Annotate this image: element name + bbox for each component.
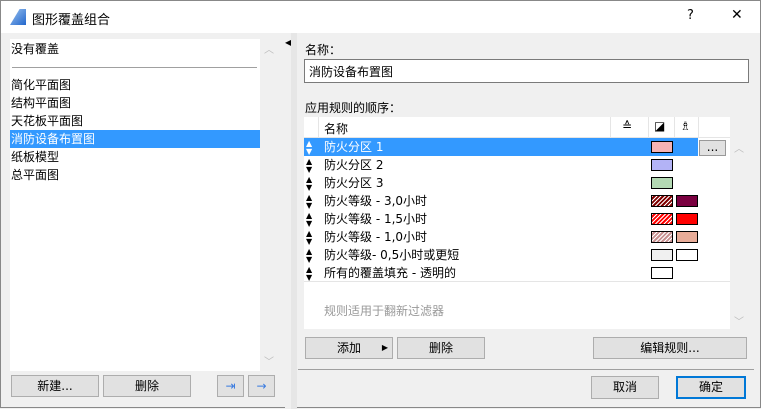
reorder-handle-icon[interactable]: ▲ ▼ [306, 158, 312, 174]
list-item[interactable]: 总平面图 [10, 166, 260, 184]
reorder-handle-icon[interactable]: ▲ ▼ [306, 140, 312, 156]
overlay-combination-list[interactable]: 没有覆盖 简化平面图 结构平面图 天花板平面图 消防设备布置图 纸板模型 总平面图 [10, 39, 260, 371]
rule-name: 防火等级 - 1,0小时 [324, 230, 428, 244]
background-swatch [676, 231, 698, 243]
panel-divider [291, 33, 297, 409]
fill-column-icon[interactable]: ◪ [654, 119, 665, 133]
brush-column-icon[interactable]: ♗ [680, 119, 691, 133]
background-swatch [676, 249, 698, 261]
export-icon[interactable]: → [248, 375, 275, 397]
list-item[interactable]: 天花板平面图 [10, 112, 260, 130]
renovation-note: 规则适用于翻新过滤器 [324, 304, 445, 318]
rule-row[interactable]: ▲ ▼ 防火等级 - 3,0小时 [304, 192, 729, 210]
rule-name: 防火等级 - 3,0小时 [324, 194, 428, 208]
name-input[interactable]: 消防设备布置图 [304, 59, 749, 83]
background-swatch [676, 213, 698, 225]
fill-swatch [651, 267, 673, 279]
fill-swatch [651, 249, 673, 261]
scroll-down-icon[interactable]: ﹀ [734, 313, 744, 328]
delete-rule-button[interactable]: 删除 [397, 337, 485, 359]
column-name[interactable]: 名称 [324, 120, 348, 137]
help-button[interactable]: ? [687, 8, 694, 23]
rule-name: 所有的覆盖填充 - 透明的 [324, 266, 456, 280]
scroll-up-icon[interactable]: ︿ [264, 41, 274, 56]
reorder-handle-icon[interactable]: ▲ ▼ [306, 266, 312, 282]
cancel-button[interactable]: 取消 [591, 376, 659, 399]
rule-row[interactable]: ▲ ▼ 防火等级- 0,5小时或更短 [304, 246, 729, 264]
add-label: 添加 [336, 341, 361, 355]
rule-name: 防火等级- 0,5小时或更短 [324, 248, 460, 262]
list-item[interactable]: 纸板模型 [10, 148, 260, 166]
edit-rules-button[interactable]: 编辑规则... [593, 337, 747, 359]
rule-row[interactable]: ▲ ▼ 防火等级 - 1,0小时 [304, 228, 729, 246]
reorder-handle-icon[interactable]: ▲ ▼ [306, 194, 312, 210]
name-label: 名称： [305, 43, 342, 57]
reorder-handle-icon[interactable]: ▲ ▼ [306, 230, 312, 246]
list-item-none[interactable]: 没有覆盖 [10, 40, 260, 58]
app-icon [10, 9, 26, 25]
rules-label: 应用规则的顺序： [305, 101, 402, 115]
fill-swatch [651, 177, 673, 189]
close-button[interactable]: ✕ [731, 7, 743, 23]
rule-row[interactable]: ▲ ▼ 防火分区 3 [304, 174, 729, 192]
renovation-column-icon[interactable]: ≙ [622, 119, 632, 133]
fill-swatch [651, 231, 673, 243]
fill-swatch [651, 159, 673, 171]
rule-row[interactable]: ▲ ▼ 防火分区 1 [304, 138, 698, 156]
rule-name: 防火分区 3 [324, 176, 384, 190]
separator [298, 369, 754, 370]
ok-button[interactable]: 确定 [676, 376, 746, 399]
reorder-handle-icon[interactable]: ▲ ▼ [306, 212, 312, 228]
scroll-up-icon[interactable]: ︿ [734, 140, 744, 155]
rule-name: 防火分区 1 [324, 140, 384, 154]
table-header: 名称 ≙ ◪ ♗ [304, 117, 730, 138]
more-options-button[interactable]: ... [699, 140, 726, 156]
list-item[interactable]: 消防设备布置图 [10, 130, 260, 148]
rules-table[interactable]: 名称 ≙ ◪ ♗ ▲ ▼ 防火分区 1 ▲ ▼ 防火分区 2 ▲ ▼ 防火分区 3 ▲ ▼ 防火等级 … [304, 117, 730, 329]
title-bar: 图形覆盖组合 ? ✕ [1, 1, 760, 33]
fill-swatch [651, 213, 673, 225]
left-scrollbar[interactable]: ︿ ﹀ [260, 39, 277, 371]
fill-swatch [651, 141, 673, 153]
rule-row[interactable]: ▲ ▼ 防火等级 - 1,5小时 [304, 210, 729, 228]
rule-row[interactable]: ▲ ▼ 所有的覆盖填充 - 透明的 [304, 264, 729, 282]
add-rule-button[interactable]: 添加 ▶ [305, 337, 393, 359]
import-icon[interactable]: ⇥ [217, 375, 244, 397]
fill-swatch [651, 195, 673, 207]
rule-row[interactable]: ▲ ▼ 防火分区 2 [304, 156, 729, 174]
divider [12, 67, 257, 68]
submenu-arrow-icon: ▶ [381, 343, 388, 352]
reorder-handle-icon[interactable]: ▲ ▼ [306, 248, 312, 264]
rule-name: 防火等级 - 1,5小时 [324, 212, 428, 226]
new-button[interactable]: 新建... [11, 375, 99, 397]
list-item[interactable]: 简化平面图 [10, 76, 260, 94]
scroll-down-icon[interactable]: ﹀ [264, 353, 274, 368]
background-swatch [676, 195, 698, 207]
reorder-handle-icon[interactable]: ▲ ▼ [306, 176, 312, 192]
list-item[interactable]: 结构平面图 [10, 94, 260, 112]
window-title: 图形覆盖组合 [32, 13, 111, 28]
delete-combination-button[interactable]: 删除 [103, 375, 191, 397]
rule-name: 防火分区 2 [324, 158, 384, 172]
rules-scrollbar[interactable]: ︿ ﹀ [730, 138, 747, 329]
